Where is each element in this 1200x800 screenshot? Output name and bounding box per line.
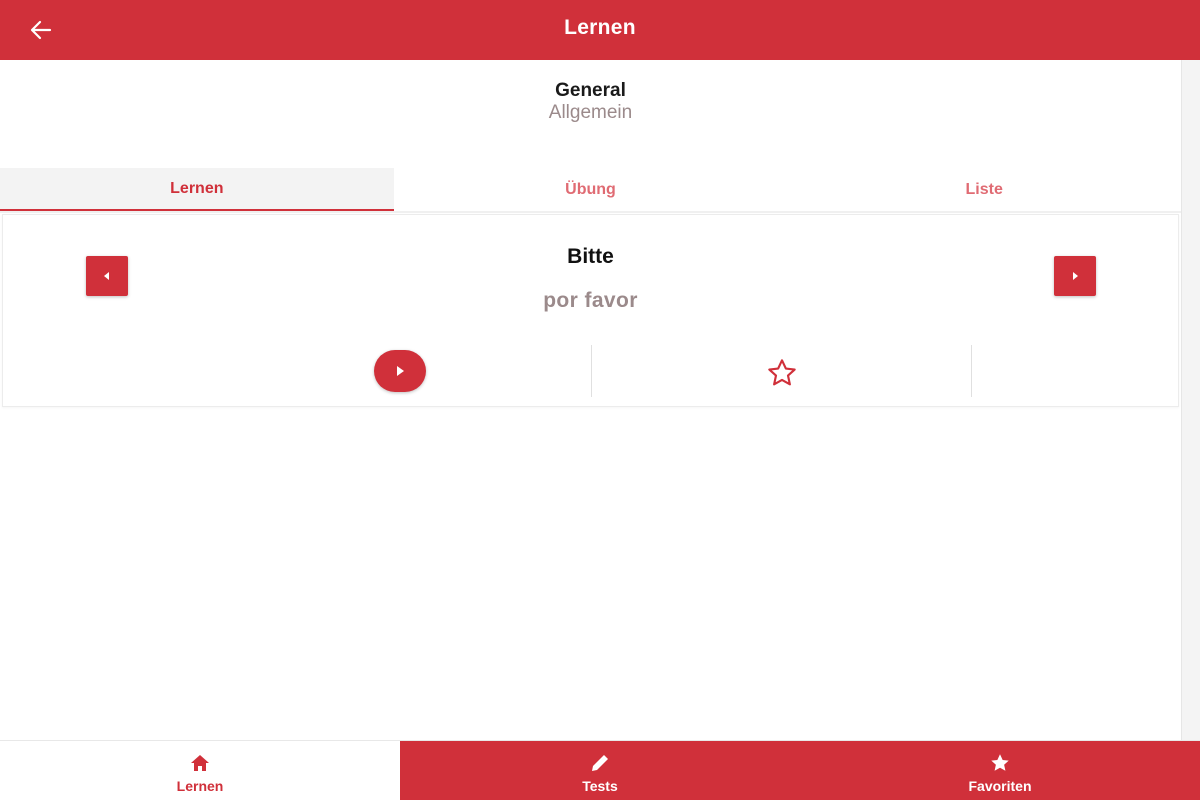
caret-right-icon (1073, 272, 1078, 280)
divider (591, 345, 592, 397)
pencil-icon (589, 752, 611, 774)
mode-tabs: Lernen Übung Liste (0, 168, 1181, 213)
star-icon (989, 752, 1011, 774)
category-title: General (555, 80, 626, 101)
favorite-button[interactable] (763, 355, 801, 391)
app-bar: Lernen (0, 0, 1200, 60)
bottom-nav-label: Lernen (176, 777, 224, 794)
bottom-nav-label: Favoriten (968, 777, 1032, 794)
tab-uebung[interactable]: Übung (394, 168, 788, 211)
play-audio-button[interactable] (374, 350, 426, 392)
bottom-nav-label: Tests (582, 777, 618, 794)
divider (971, 345, 972, 397)
scrollbar[interactable] (1181, 60, 1200, 740)
category-subtitle: Allgemein (548, 102, 633, 123)
bottom-navigation: Lernen Tests Favoriten (0, 740, 1200, 800)
bottom-nav-favoriten[interactable]: Favoriten (800, 741, 1200, 800)
bottom-nav-lernen[interactable]: Lernen (0, 741, 400, 800)
tab-lernen[interactable]: Lernen (0, 168, 394, 211)
flashcard: Bitte por favor (2, 214, 1179, 407)
tab-liste[interactable]: Liste (787, 168, 1181, 211)
translation: por favor (543, 289, 638, 312)
home-icon (189, 752, 211, 774)
next-word-button[interactable] (1054, 256, 1096, 296)
word: Bitte (567, 245, 614, 268)
play-icon (397, 366, 404, 376)
star-outline-icon (768, 359, 796, 386)
page-title: Lernen (564, 16, 636, 39)
bottom-nav-tests[interactable]: Tests (400, 741, 800, 800)
caret-left-icon (104, 272, 109, 280)
